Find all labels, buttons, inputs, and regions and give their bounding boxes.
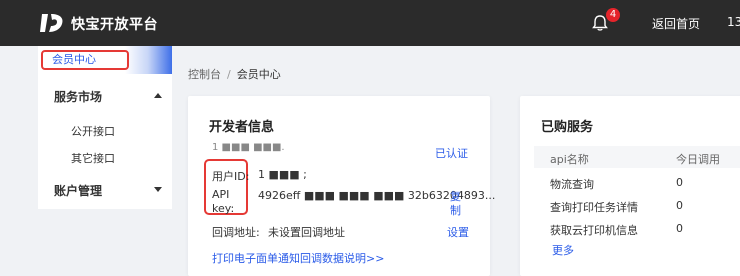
table-row-count: 0	[676, 176, 683, 189]
kuaibao-logo-icon[interactable]	[40, 12, 64, 34]
purchased-services-card: 已购服务 api名称 今日调用 物流查询 0 查询打印任务详情 0 获取云打印机…	[520, 96, 740, 276]
caret-up-icon[interactable]	[154, 93, 162, 98]
callback-value: 未设置回调地址	[268, 226, 345, 239]
user-account[interactable]: 13	[727, 15, 740, 29]
nav-home-link[interactable]: 返回首页	[652, 15, 700, 32]
callback-doc-link[interactable]: 打印电子面单通知回调数据说明>>	[212, 250, 384, 266]
column-header-today-calls: 今日调用	[676, 153, 720, 166]
sidebar-group-account[interactable]: 账户管理	[54, 182, 102, 199]
table-row-count: 0	[676, 199, 683, 212]
table-row-name: 物流查询	[550, 178, 594, 191]
developer-info-card: 开发者信息 1 ■■■ ■■■. 已认证 用户ID: 1 ■■■ ; API k…	[188, 96, 495, 276]
copy-api-key-button-line2[interactable]: 制	[450, 202, 461, 218]
table-row-name: 获取云打印机信息	[550, 224, 638, 237]
user-id-value: 1 ■■■ ;	[258, 168, 307, 181]
sidebar-group-service-market[interactable]: 服务市场	[54, 88, 102, 105]
callback-label: 回调地址:	[212, 226, 260, 239]
brand-title[interactable]: 快宝开放平台	[71, 14, 158, 34]
breadcrumb-console[interactable]: 控制台	[188, 68, 221, 81]
set-callback-button[interactable]: 设置	[447, 224, 469, 240]
breadcrumb-current: 会员中心	[236, 68, 281, 81]
more-services-link[interactable]: 更多	[552, 242, 574, 258]
column-header-api-name: api名称	[550, 153, 589, 166]
user-id-label: 用户ID:	[212, 170, 250, 183]
sidebar-item-other-api[interactable]: 其它接口	[71, 150, 115, 166]
top-bar: 快宝开放平台 4 返回首页 13	[0, 0, 740, 46]
sidebar-item-public-api[interactable]: 公开接口	[71, 123, 115, 139]
breadcrumb: 控制台 / 会员中心	[188, 66, 281, 82]
table-header: api名称 今日调用	[534, 146, 740, 168]
sidebar-item-label: 会员中心	[41, 50, 129, 70]
table-row-name: 查询打印任务详情	[550, 201, 638, 214]
card-title: 开发者信息	[209, 120, 275, 135]
developer-name: 1 ■■■ ■■■.	[212, 142, 285, 153]
sidebar: 会员中心 服务市场 公开接口 其它接口 账户管理	[38, 46, 172, 209]
notification-badge[interactable]: 4	[606, 8, 620, 22]
card-title: 已购服务	[541, 120, 594, 135]
sidebar-item-member-center[interactable]: 会员中心	[38, 46, 172, 74]
caret-down-icon[interactable]	[154, 187, 162, 192]
api-key-label-line2: key:	[212, 202, 235, 215]
table-row-count: 0	[676, 222, 683, 235]
breadcrumb-separator: /	[227, 68, 231, 81]
verified-status: 已认证	[435, 147, 468, 160]
api-key-label: API	[212, 188, 230, 201]
